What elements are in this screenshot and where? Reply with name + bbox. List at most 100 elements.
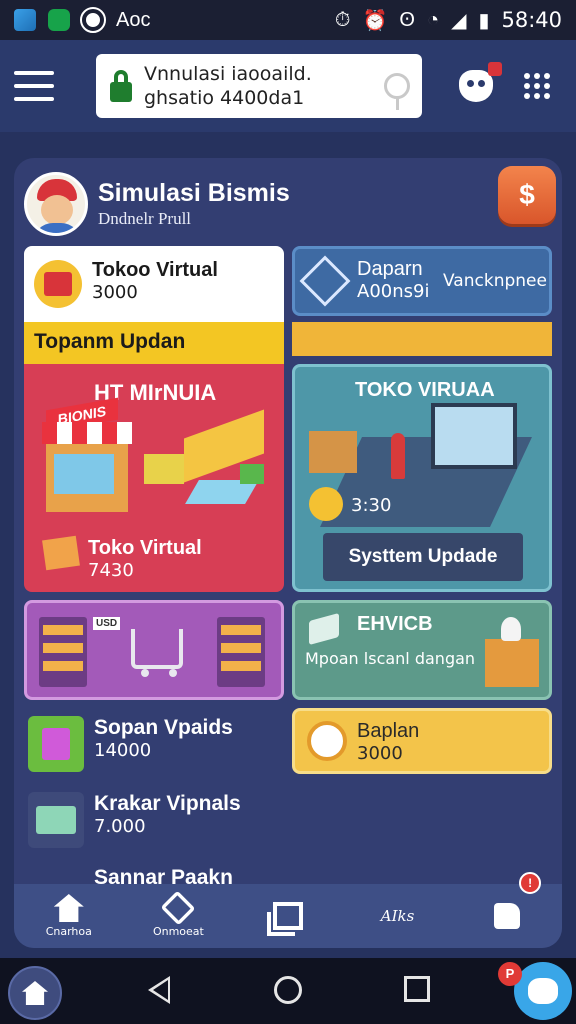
nav-windows[interactable] [238,886,338,946]
dapan-card[interactable]: Daparn A00ns9i Vancknpnee [292,246,552,316]
system-update-button[interactable]: Systtem Updade [323,533,523,581]
signal-icon: ◢ [451,9,467,32]
update-banner[interactable]: Topanm Updan [24,322,284,364]
apps-grid-icon[interactable] [524,73,550,99]
profile-text: Simulasi Bismis Dndnelr Prull [98,178,290,230]
card-title: EHVICB [357,613,433,635]
app-top-bar: Vnnulasi iaooaild. ghsatio 4400da1 [0,40,576,132]
cube-icon [160,890,196,926]
list-title: Sopan Vpaids [94,716,233,739]
orange-divider [292,322,552,356]
profile-header: Simulasi Bismis Dndnelr Prull [24,166,552,242]
home-icon [22,981,48,1005]
shelf-icon-2 [217,617,265,687]
box-icon [42,535,80,571]
lock-icon [108,70,134,102]
whatsapp-icon [48,9,70,31]
notification-badge [488,62,502,76]
scene-person [391,433,405,479]
card-title: Baplan [357,720,420,742]
mascot-notification-button[interactable] [456,62,502,106]
home-circle-button[interactable] [274,976,302,1004]
list-item[interactable]: Krakar Vipnals 7.000 [24,782,284,856]
pizza-icon [307,721,347,761]
card-title: Toko Virtual [88,537,202,559]
status-right: ⏱ ⏰ ʘ ◔ ◢ ▮ 58:40 [335,8,562,33]
search-text[interactable]: Vnnulasi iaooaild. ghsatio 4400da1 [144,62,384,110]
bag-icon [28,716,84,772]
star-hand-icon [53,894,84,922]
window-icon [266,902,303,936]
profile-title: Simulasi Bismis [98,179,290,207]
alarm-icon: ⏱ [334,8,351,31]
search-box[interactable]: Vnnulasi iaooaild. ghsatio 4400da1 [96,54,422,118]
scene-screen [431,403,517,469]
store-illustration: BIONIS [42,397,132,514]
menu-icon[interactable] [14,71,54,101]
bisnis-card[interactable]: HT MIrNUIA BIONIS Toko Virtual 7430 [24,364,284,592]
assistant-icon [528,978,558,1004]
scene-value: 3:30 [351,495,392,516]
battery-icon: ▮ [478,9,490,32]
nav-label: Cnarhoa [45,925,92,938]
status-left: Aoc [14,7,151,33]
list-title: Krakar Vipnals [94,792,241,815]
system-nav-bar: P [0,958,576,1024]
search-line-1: Vnnulasi iaooaild. [144,63,312,85]
desk-icon [485,617,539,687]
shop-sign: USD [93,617,121,630]
shelf-icon [39,617,87,687]
blocks-illustration [144,409,274,514]
nav-onmoeat[interactable]: Onmoeat [128,886,228,946]
profile-subtitle: Dndnelr Prull [98,209,192,228]
card-subtitle: Mpoan lscanl dangan [305,649,476,668]
scene-box [309,431,357,473]
toko-virtual-scene-card[interactable]: TOKO VIRUAA 3:30 Systtem Updade [292,364,552,592]
wifi-icon: ◔ [426,8,440,31]
card-title: Daparn [357,258,423,280]
nav-aiks[interactable]: AIks [348,886,448,946]
cart-icon [131,629,183,677]
recents-button[interactable] [404,976,430,1002]
box-icon [309,612,339,646]
nav-cnarhoa[interactable]: Cnarhoa [19,886,119,946]
cube-icon [28,792,84,848]
bandan-card[interactable]: Baplan 3000 [292,708,552,774]
ehvicb-card[interactable]: EHVICB Mpoan lscanl dangan [292,600,552,700]
home-button[interactable] [8,966,62,1020]
nav-like[interactable]: ! [457,872,557,946]
list-value: 7.000 [94,816,146,837]
avatar[interactable] [24,172,88,236]
play-icon [80,7,106,33]
list-value: 14000 [94,740,152,761]
vibrate-icon: ʘ [399,8,415,31]
nav-label: AIks [380,907,415,925]
register-icon [34,260,82,308]
card-value: A00ns9i [357,281,430,302]
coin-button[interactable]: $ [498,166,556,224]
main-panel: Simulasi Bismis Dndnelr Prull $ Tokoo Vi… [14,158,562,948]
card-value: 7430 [88,560,134,581]
card-title: Tokoo Virtual [92,259,218,281]
scene-label: TOKO VIRUAA [355,379,495,401]
diamond-icon [299,255,351,307]
gallery-icon [14,9,36,31]
coin-icon [309,487,343,521]
supermarket-card[interactable]: USD [24,600,284,700]
dapan-side-text: Vancknpnee [443,271,547,291]
status-left-text: Aoc [116,8,151,31]
status-time: 58:40 [501,8,562,32]
card-value: 3000 [357,743,403,764]
back-button[interactable] [148,976,170,1004]
assistant-button[interactable] [514,962,572,1020]
assistant-badge: P [498,962,522,986]
mic-icon[interactable] [384,73,410,110]
alarm-icon-2: ⏰ [362,9,388,32]
nav-badge: ! [519,872,542,894]
bottom-nav: Cnarhoa Onmoeat AIks ! [14,872,562,948]
list-item[interactable]: Sopan Vpaids 14000 [24,706,284,780]
card-value: 3000 [92,282,138,303]
thumbs-up-icon [494,903,521,929]
nav-label: Onmoeat [152,925,204,938]
status-bar: Aoc ⏱ ⏰ ʘ ◔ ◢ ▮ 58:40 [0,0,576,40]
